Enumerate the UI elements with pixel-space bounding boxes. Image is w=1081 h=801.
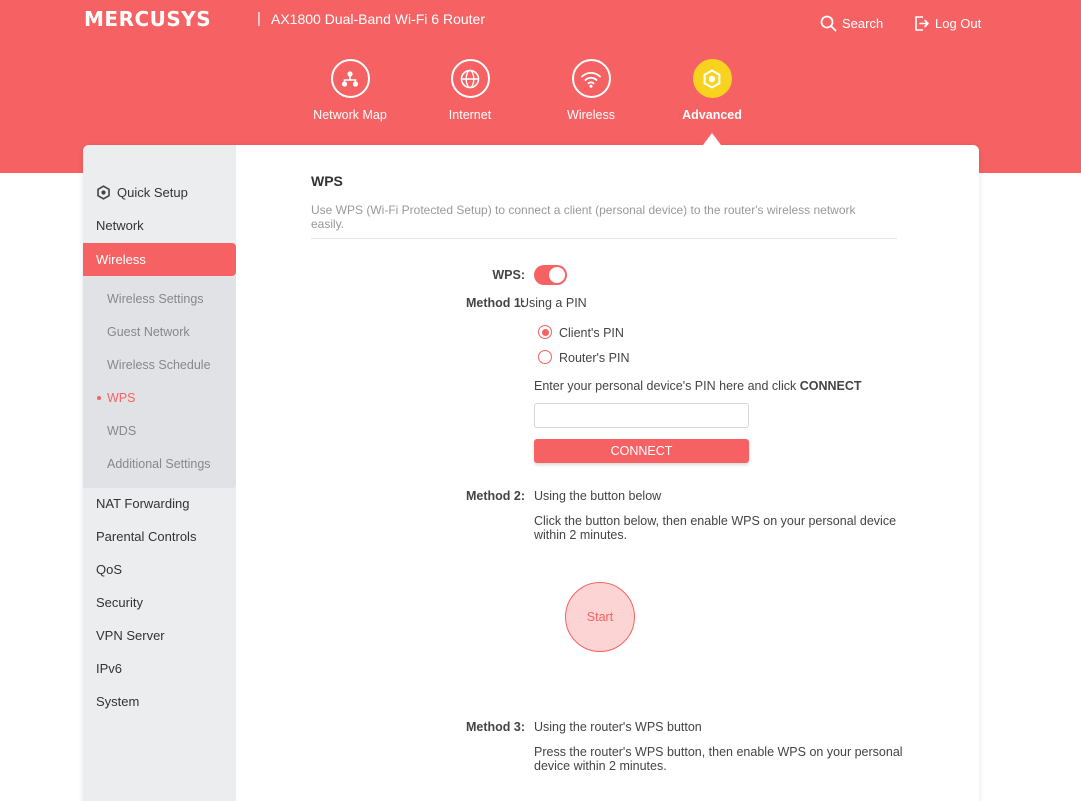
sidebar-sub-wps[interactable]: WPS — [83, 381, 236, 414]
method2-label: Method 2: — [465, 489, 525, 503]
logout-label: Log Out — [935, 15, 982, 31]
sidebar-item-network[interactable]: Network — [83, 209, 236, 242]
method3-instruction: Press the router's WPS button, then enab… — [534, 745, 903, 773]
gear-icon — [96, 185, 111, 200]
wps-toggle[interactable] — [534, 265, 567, 285]
nav-network-map[interactable]: Network Map — [300, 59, 400, 125]
nav-label: Internet — [448, 108, 492, 122]
sidebar-item-label: QoS — [96, 562, 123, 577]
method3-label: Method 3: — [465, 720, 525, 734]
sidebar-sub-wireless-settings[interactable]: Wireless Settings — [83, 282, 236, 315]
pin-instruction-text: Enter your personal device's PIN here an… — [534, 379, 797, 393]
gear-icon — [692, 59, 732, 98]
network-map-icon — [330, 59, 370, 98]
pin-instruction-bold: CONNECT — [799, 379, 862, 393]
nav-label: Wireless — [567, 108, 615, 122]
sidebar-item-label: Quick Setup — [117, 185, 188, 200]
start-button[interactable]: Start — [565, 582, 635, 652]
sidebar-item-quick-setup[interactable]: Quick Setup — [83, 176, 236, 209]
connect-button[interactable]: CONNECT — [534, 439, 749, 463]
router-model: AX1800 Dual-Band Wi-Fi 6 Router — [271, 11, 485, 27]
header-separator: | — [257, 10, 261, 27]
sidebar-item-label: VPN Server — [96, 628, 165, 643]
sidebar-item-label: Network — [96, 218, 144, 233]
sidebar-sub-wds[interactable]: WDS — [83, 414, 236, 447]
sidebar-item-ipv6[interactable]: IPv6 — [83, 652, 236, 685]
toggle-knob — [549, 267, 565, 283]
method2-text: Using the button below — [534, 489, 662, 503]
sidebar-sub-label: WPS — [107, 390, 136, 405]
method1-text: Using a PIN — [520, 296, 587, 310]
sidebar-sub-label: WDS — [107, 423, 137, 438]
brand-logo: MERCUSYS — [84, 7, 212, 31]
method2-instruction: Click the button below, then enable WPS … — [534, 514, 897, 542]
logout-icon — [913, 15, 930, 32]
nav-label: Network Map — [313, 108, 387, 122]
wifi-icon — [571, 59, 611, 98]
sidebar-sub-additional-settings[interactable]: Additional Settings — [83, 447, 236, 480]
wps-label: WPS: — [492, 268, 525, 282]
sidebar-item-vpn-server[interactable]: VPN Server — [83, 619, 236, 652]
sidebar-item-nat-forwarding[interactable]: NAT Forwarding — [83, 487, 236, 520]
sidebar-item-label: Security — [96, 595, 143, 610]
clients-pin-radio[interactable] — [538, 325, 552, 339]
sidebar-item-label: IPv6 — [96, 661, 123, 676]
search-button[interactable]: Search — [820, 13, 883, 33]
search-icon — [820, 15, 837, 32]
sidebar-item-label: System — [96, 694, 140, 709]
method3-text: Using the router's WPS button — [534, 720, 702, 734]
active-nav-caret — [703, 133, 721, 145]
nav-label: Advanced — [682, 108, 742, 122]
sidebar-sub-wireless-schedule[interactable]: Wireless Schedule — [83, 348, 236, 381]
routers-pin-label: Router's PIN — [559, 351, 630, 365]
search-label: Search — [842, 15, 884, 31]
sidebar: Quick Setup Network Wireless Wireless Se… — [83, 145, 236, 801]
sidebar-sub-label: Wireless Schedule — [107, 357, 211, 372]
nav-advanced[interactable]: Advanced — [662, 59, 762, 125]
clients-pin-label: Client's PIN — [559, 326, 624, 340]
main-panel: Quick Setup Network Wireless Wireless Se… — [83, 145, 979, 801]
sidebar-item-label: Parental Controls — [96, 529, 197, 544]
sidebar-item-parental-controls[interactable]: Parental Controls — [83, 520, 236, 553]
page-title: WPS — [311, 173, 343, 189]
sidebar-item-security[interactable]: Security — [83, 586, 236, 619]
sidebar-item-label: Wireless — [96, 252, 146, 267]
method1-label: Method 1: — [465, 296, 525, 310]
sidebar-sub-label: Wireless Settings — [107, 291, 204, 306]
sidebar-item-label: NAT Forwarding — [96, 496, 190, 511]
active-dot-icon — [97, 396, 101, 400]
pin-input[interactable] — [534, 403, 749, 428]
sidebar-item-wireless[interactable]: Wireless — [83, 243, 236, 276]
nav-internet[interactable]: Internet — [420, 59, 520, 125]
sidebar-sub-label: Additional Settings — [107, 456, 211, 471]
sidebar-sub-guest-network[interactable]: Guest Network — [83, 315, 236, 348]
page-description: Use WPS (Wi-Fi Protected Setup) to conne… — [311, 203, 856, 231]
sidebar-item-system[interactable]: System — [83, 685, 236, 718]
sidebar-sub-label: Guest Network — [107, 324, 190, 339]
logout-button[interactable]: Log Out — [913, 13, 981, 33]
pin-instruction: Enter your personal device's PIN here an… — [534, 379, 862, 393]
routers-pin-radio[interactable] — [538, 350, 552, 364]
divider — [311, 238, 897, 239]
sidebar-item-qos[interactable]: QoS — [83, 553, 236, 586]
nav-wireless[interactable]: Wireless — [541, 59, 641, 125]
globe-icon — [450, 59, 490, 98]
